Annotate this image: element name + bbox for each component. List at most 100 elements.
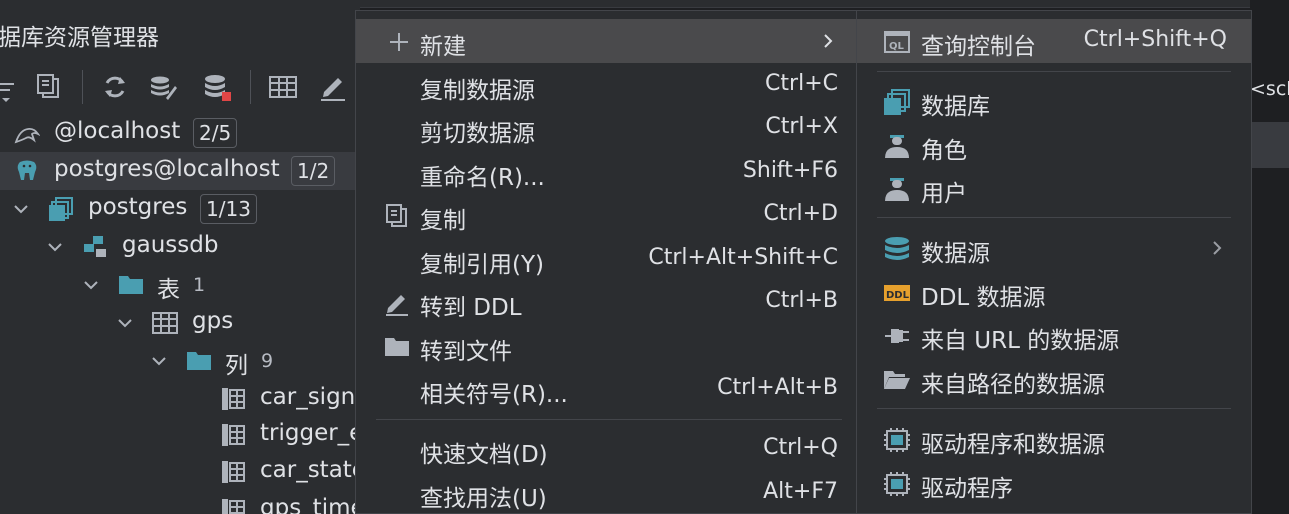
tree-item-column[interactable]: gps_time	[0, 491, 360, 514]
chevron-down-icon[interactable]	[82, 276, 100, 294]
menu-item-label: 复制引用(Y)	[420, 252, 544, 278]
editor-highlight-line	[1250, 122, 1289, 168]
tree-item-gps[interactable]: gps	[0, 304, 360, 342]
tree-item-label: 表	[157, 277, 180, 303]
submenu-item-url-datasource[interactable]: 来自 URL 的数据源	[857, 313, 1251, 357]
tree-item-column[interactable]: car_state	[0, 453, 360, 491]
menu-item-copy-datasource[interactable]: 复制数据源 Ctrl+C	[356, 63, 856, 107]
submenu-item-label: 查询控制台	[921, 34, 1036, 60]
menu-item-label: 查找用法(U)	[420, 486, 547, 512]
expand-icon[interactable]	[0, 72, 24, 102]
database-icon	[49, 197, 73, 221]
copy-icon	[386, 204, 407, 227]
edit-icon[interactable]	[318, 72, 348, 102]
menu-item-label: 剪切数据源	[420, 121, 535, 147]
chevron-right-icon	[1213, 241, 1222, 255]
settings-icon[interactable]	[148, 72, 178, 102]
folder-open-icon	[884, 371, 910, 389]
tree-item-columns[interactable]: 列 9	[0, 342, 360, 380]
menu-item-copy-reference[interactable]: 复制引用(Y) Ctrl+Alt+Shift+C	[356, 237, 856, 281]
submenu-item-role[interactable]: 角色	[857, 123, 1251, 167]
menu-separator	[877, 408, 1231, 409]
submenu-item-query-console[interactable]: QL 查询控制台 Ctrl+Shift+Q	[857, 19, 1251, 63]
menu-item-shortcut: Alt+F7	[763, 479, 838, 504]
plus-icon	[390, 33, 408, 51]
column-icon	[222, 461, 245, 483]
menu-item-cut-datasource[interactable]: 剪切数据源 Ctrl+X	[356, 106, 856, 150]
submenu-item-drivers-and-datasources[interactable]: 驱动程序和数据源	[857, 417, 1251, 461]
editor-tab-fragment[interactable]: <sch	[1250, 78, 1289, 100]
tree-item-label: trigger_e	[260, 420, 360, 446]
tree-item-badge: 2/5	[193, 118, 238, 148]
datasource-icon	[885, 237, 909, 260]
menu-item-shortcut: Ctrl+D	[763, 201, 838, 226]
menu-item-label: 复制	[420, 208, 466, 234]
datasource-icon[interactable]	[202, 72, 232, 102]
chevron-down-icon[interactable]	[12, 200, 30, 218]
menu-item-label: 快速文档(D)	[420, 442, 548, 468]
panel-title: 据库资源管理器	[0, 25, 159, 51]
submenu-item-ddl-datasource[interactable]: DDL DDL 数据源	[857, 270, 1251, 314]
column-icon	[222, 388, 245, 410]
column-icon	[222, 424, 245, 446]
copy-icon[interactable]	[34, 72, 64, 102]
tree-item-label: car_state	[260, 457, 360, 483]
menu-item-quick-doc[interactable]: 快速文档(D) Ctrl+Q	[356, 427, 856, 471]
submenu-item-user[interactable]: 用户	[857, 166, 1251, 210]
table-icon[interactable]	[268, 72, 298, 102]
tree-item-tables[interactable]: 表 1	[0, 266, 360, 304]
submenu-item-database[interactable]: 数据库	[857, 79, 1251, 123]
menu-item-label: 相关符号(R)...	[420, 382, 568, 408]
tree-item-gaussdb[interactable]: gaussdb	[0, 228, 360, 266]
menu-item-shortcut: Ctrl+X	[765, 114, 838, 139]
menu-separator	[877, 71, 1231, 72]
tree-item-label: car_sign	[260, 384, 356, 410]
chevron-down-icon[interactable]	[150, 352, 168, 370]
chevron-right-icon	[824, 34, 833, 48]
chevron-down-icon[interactable]	[116, 314, 134, 332]
submenu-item-path-datasource[interactable]: 来自路径的数据源	[857, 357, 1251, 401]
tree-item-label: postgres	[88, 194, 188, 220]
menu-item-find-usages[interactable]: 查找用法(U) Alt+F7	[356, 471, 856, 514]
menu-item-rename[interactable]: 重命名(R)... Shift+F6	[356, 150, 856, 194]
menu-item-goto-ddl[interactable]: 转到 DDL Ctrl+B	[356, 280, 856, 324]
user-icon	[885, 178, 909, 201]
menu-item-related-symbols[interactable]: 相关符号(R)... Ctrl+Alt+B	[356, 367, 856, 411]
role-icon	[885, 135, 909, 158]
database-icon	[884, 89, 910, 115]
tree-item-label: 列	[225, 353, 248, 379]
context-menu: 新建 复制数据源 Ctrl+C 剪切数据源 Ctrl+X 重命名(R)... S…	[355, 10, 857, 514]
submenu-item-label: 驱动程序	[921, 476, 1013, 502]
refresh-icon[interactable]	[100, 72, 130, 102]
tree-item-column[interactable]: car_sign	[0, 380, 360, 418]
tree-item-column[interactable]: trigger_e	[0, 416, 360, 454]
driver-icon	[884, 428, 910, 452]
menu-item-new[interactable]: 新建	[356, 19, 856, 63]
tree-item-badge: 1/13	[200, 194, 257, 224]
menu-item-shortcut: Ctrl+B	[765, 288, 838, 313]
menu-item-goto-file[interactable]: 转到文件	[356, 324, 856, 368]
chevron-down-icon[interactable]	[46, 238, 64, 256]
submenu-item-drivers[interactable]: 驱动程序	[857, 461, 1251, 505]
folder-icon	[385, 338, 409, 356]
tree-item-postgres[interactable]: postgres 1/13	[0, 190, 360, 228]
svg-text:QL: QL	[889, 41, 905, 52]
ddl-icon: DDL	[884, 285, 910, 301]
tree-item-localhost[interactable]: @localhost 2/5	[0, 114, 360, 152]
postgresql-elephant-icon	[17, 160, 37, 180]
new-submenu: QL 查询控制台 Ctrl+Shift+Q 数据库 角色 用户 数据源 DDL …	[856, 10, 1252, 514]
menu-item-duplicate[interactable]: 复制 Ctrl+D	[356, 193, 856, 237]
menu-separator	[877, 217, 1231, 218]
tree-item-count: 1	[193, 274, 206, 296]
submenu-item-datasource[interactable]: 数据源	[857, 226, 1251, 270]
menu-item-label: 转到文件	[420, 339, 512, 365]
tree-item-postgres-localhost[interactable]: postgres@localhost 1/2	[0, 152, 360, 190]
submenu-item-label: 用户	[921, 181, 967, 207]
svg-text:DDL: DDL	[886, 290, 910, 301]
tree-item-label: postgres@localhost	[54, 156, 280, 182]
toolbar-divider	[82, 70, 83, 104]
driver-icon	[884, 472, 910, 496]
database-explorer-panel: 据库资源管理器 @localhost 2/5 postgres@localhos…	[0, 0, 360, 514]
submenu-item-label: DDL 数据源	[921, 285, 1046, 311]
submenu-item-label: 数据库	[921, 94, 990, 120]
